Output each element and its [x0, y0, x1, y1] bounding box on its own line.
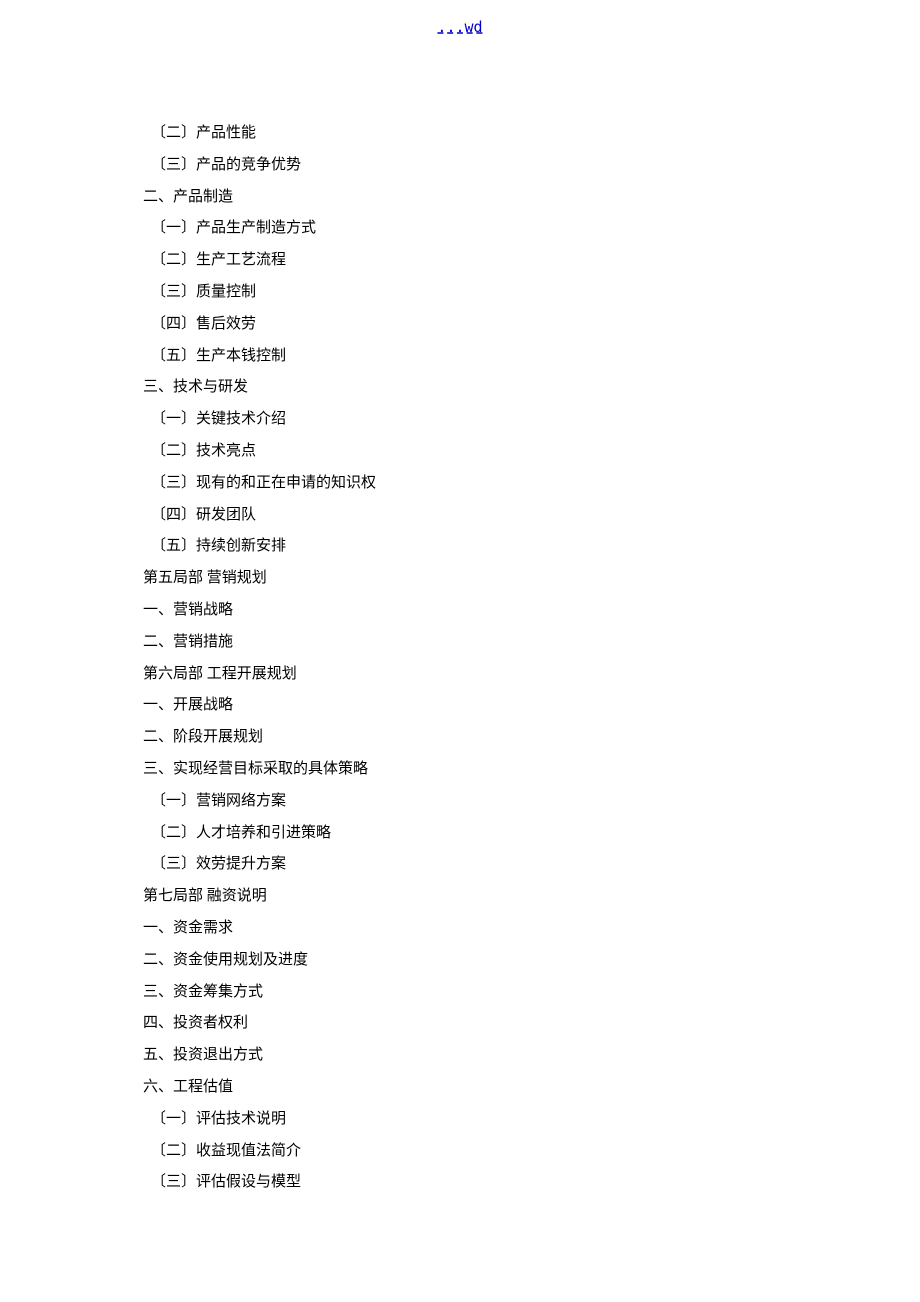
outline-line: 一、资金需求	[143, 913, 783, 945]
outline-line: 二、资金使用规划及进度	[143, 945, 783, 977]
outline-line: 五、投资退出方式	[143, 1040, 783, 1072]
outline-line: 〔一〕产品生产制造方式	[143, 213, 783, 245]
outline-line: 二、营销措施	[143, 627, 783, 659]
outline-line: 二、产品制造	[143, 182, 783, 214]
outline-line: 〔三〕评估假设与模型	[143, 1167, 783, 1199]
outline-line: 〔三〕现有的和正在申请的知识权	[143, 468, 783, 500]
outline-line: 〔五〕持续创新安排	[143, 531, 783, 563]
outline-line: 三、资金筹集方式	[143, 977, 783, 1009]
outline-line: 〔三〕效劳提升方案	[143, 849, 783, 881]
outline-line: 一、营销战略	[143, 595, 783, 627]
outline-line: 四、投资者权利	[143, 1008, 783, 1040]
outline-line: 一、开展战略	[143, 690, 783, 722]
outline-line: 二、阶段开展规划	[143, 722, 783, 754]
outline-line: 第七局部 融资说明	[143, 881, 783, 913]
outline-line: 〔一〕关键技术介绍	[143, 404, 783, 436]
outline-line: 〔一〕营销网络方案	[143, 786, 783, 818]
outline-line: 〔三〕产品的竞争优势	[143, 150, 783, 182]
outline-line: 〔二〕产品性能	[143, 118, 783, 150]
outline-line: 〔四〕研发团队	[143, 500, 783, 532]
outline-line: 〔二〕生产工艺流程	[143, 245, 783, 277]
header-link[interactable]: ...wd	[437, 18, 482, 36]
outline-line: 三、实现经营目标采取的具体策略	[143, 754, 783, 786]
outline-line: 〔五〕生产本钱控制	[143, 341, 783, 373]
outline-line: 〔二〕人才培养和引进策略	[143, 818, 783, 850]
document-content: 〔二〕产品性能〔三〕产品的竞争优势二、产品制造〔一〕产品生产制造方式〔二〕生产工…	[143, 118, 783, 1199]
outline-line: 〔四〕售后效劳	[143, 309, 783, 341]
outline-line: 〔一〕评估技术说明	[143, 1104, 783, 1136]
outline-line: 第六局部 工程开展规划	[143, 659, 783, 691]
outline-line: 六、工程估值	[143, 1072, 783, 1104]
outline-line: 〔二〕技术亮点	[143, 436, 783, 468]
outline-line: 〔二〕收益现值法简介	[143, 1136, 783, 1168]
outline-line: 三、技术与研发	[143, 372, 783, 404]
outline-line: 第五局部 营销规划	[143, 563, 783, 595]
outline-line: 〔三〕质量控制	[143, 277, 783, 309]
